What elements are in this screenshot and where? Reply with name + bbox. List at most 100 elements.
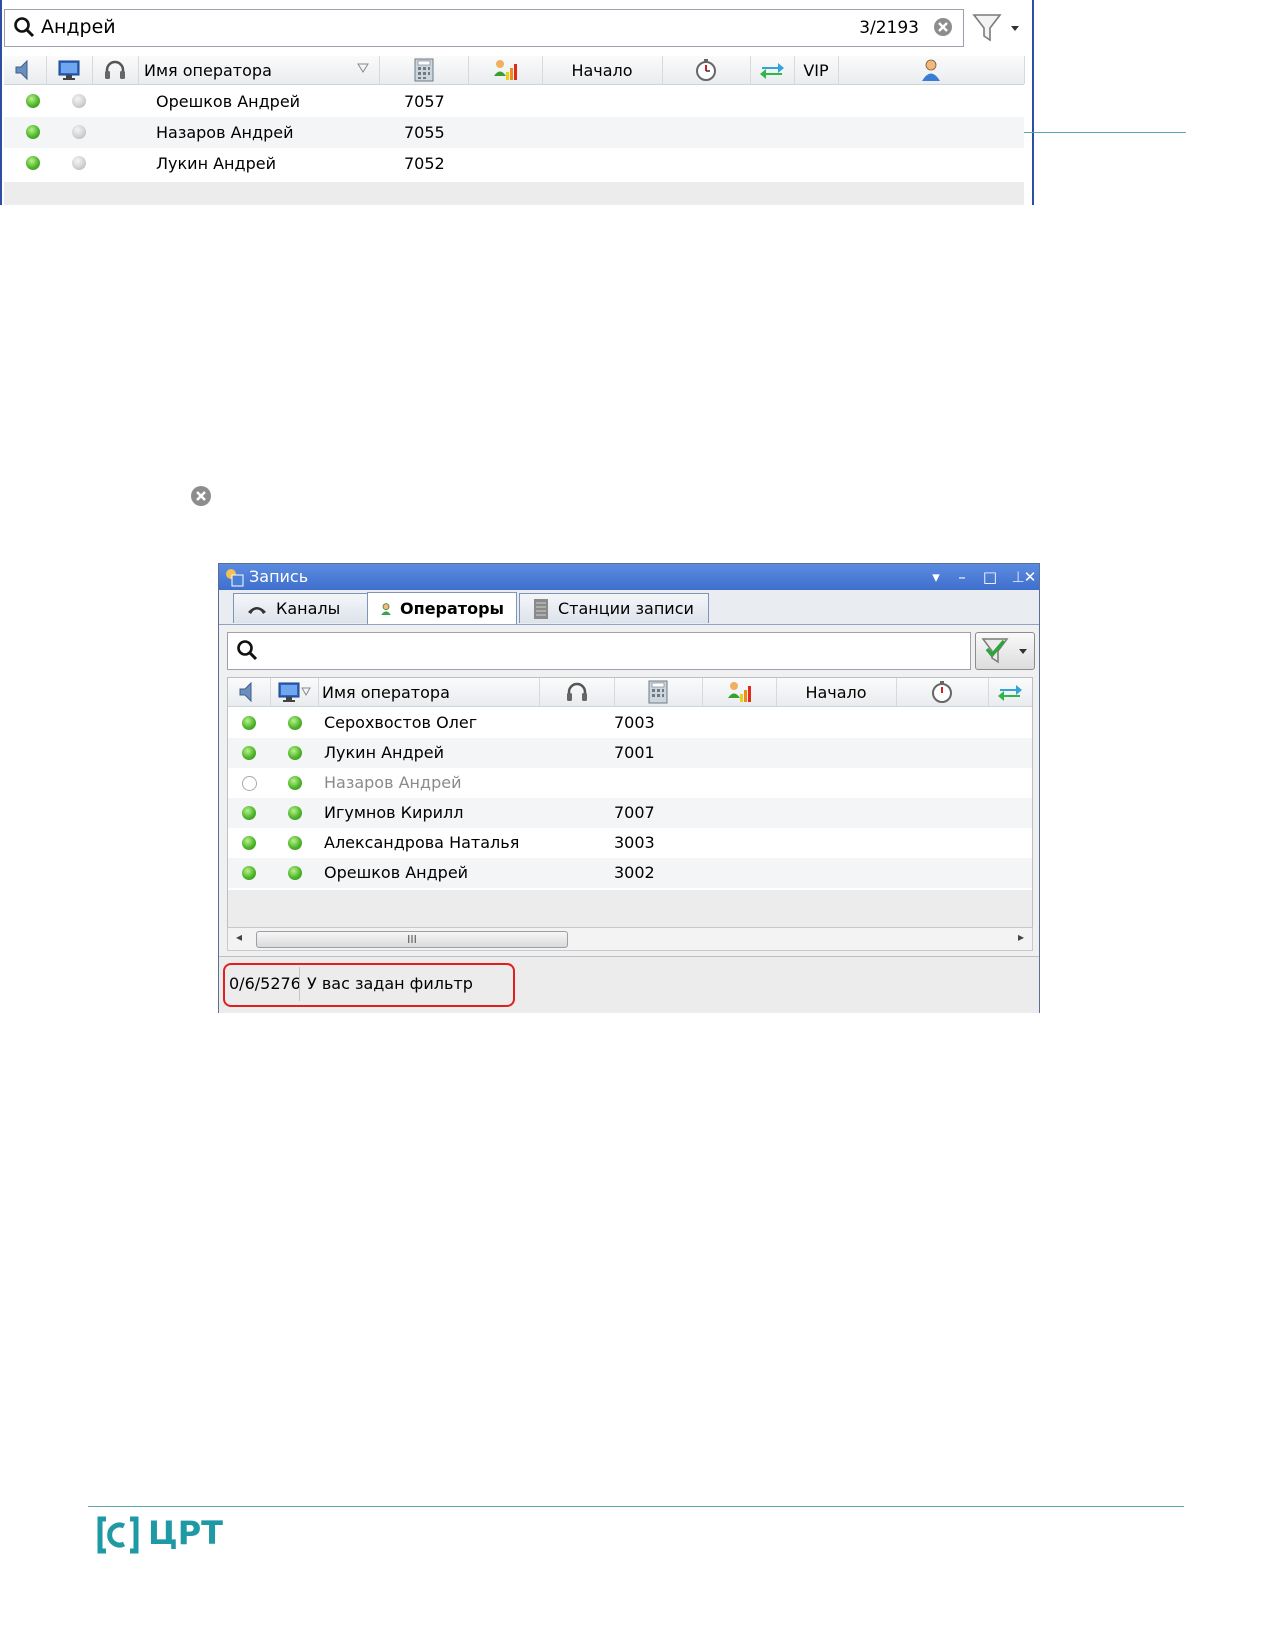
headset-column[interactable]	[92, 56, 139, 84]
minimize-icon[interactable]: –	[953, 568, 971, 586]
table-row[interactable]: Серохвостов Олег 7003	[228, 708, 1032, 738]
vip-header: VIP	[803, 60, 829, 80]
stopwatch-icon	[932, 681, 952, 703]
tab-channels[interactable]: Каналы	[233, 593, 369, 623]
workstation-status-icon	[288, 806, 302, 820]
operator-number: 7001	[614, 743, 655, 762]
number-column[interactable]	[380, 56, 469, 84]
horizontal-scrollbar[interactable]: ◂ III ▸	[227, 927, 1033, 951]
transfer-column[interactable]	[750, 56, 795, 84]
search-field[interactable]	[227, 632, 971, 670]
headphones-icon	[567, 682, 587, 701]
monitor-column[interactable]	[270, 678, 319, 706]
tab-operators[interactable]: Операторы	[367, 592, 517, 624]
phone-keypad-icon	[648, 680, 668, 704]
operator-number: 7003	[614, 713, 655, 732]
operator-name-header: Имя оператора	[144, 60, 272, 80]
workstation-status-icon	[288, 716, 302, 730]
workstation-status-icon	[288, 776, 302, 790]
tab-bar: Каналы Операторы Станции записи	[219, 590, 1039, 625]
clear-icon[interactable]	[933, 17, 953, 37]
start-column[interactable]: Начало	[776, 678, 897, 706]
operator-name: Лукин Андрей	[324, 743, 444, 762]
operator-rating-icon	[494, 60, 517, 80]
operator-name-header: Имя оператора	[322, 682, 450, 702]
supervisor-column[interactable]	[838, 56, 1025, 84]
app-icon	[226, 569, 244, 587]
duration-column[interactable]	[662, 56, 751, 84]
logo-icon	[97, 1516, 139, 1554]
filter-button[interactable]	[966, 9, 1026, 45]
table-row[interactable]: Александрова Наталья 3003	[228, 828, 1032, 858]
transfer-column[interactable]	[988, 678, 1032, 706]
operator-rating-icon	[728, 682, 751, 702]
speaker-icon	[15, 59, 28, 81]
operator-number: 7057	[404, 92, 445, 111]
table-row[interactable]: Лукин Андрей 7052	[4, 148, 1024, 179]
headset-column[interactable]	[540, 678, 615, 706]
dropdown-arrow-icon	[1011, 26, 1019, 31]
start-header: Начало	[805, 682, 867, 702]
start-column[interactable]: Начало	[542, 56, 663, 84]
operator-number: 7007	[614, 803, 655, 822]
number-column[interactable]	[614, 678, 703, 706]
funnel-check-icon	[981, 638, 1009, 664]
monitor-icon	[278, 682, 300, 702]
rating-column[interactable]	[468, 56, 543, 84]
scroll-left-icon[interactable]: ◂	[236, 930, 242, 944]
window-titlebar[interactable]: Запись ▾ – □ ⊥ ✕	[219, 564, 1039, 590]
monitor-column[interactable]	[46, 56, 93, 84]
vip-column[interactable]: VIP	[794, 56, 839, 84]
speaker-icon	[239, 681, 252, 703]
search-field[interactable]: Андрей 3/2193	[4, 9, 964, 47]
search-icon	[237, 640, 258, 661]
online-status-icon	[26, 156, 40, 170]
sound-column[interactable]	[228, 678, 271, 706]
window-title: Запись	[249, 567, 309, 586]
operator-number: 7055	[404, 123, 445, 142]
sound-column[interactable]	[4, 56, 47, 84]
operator-name: Назаров Андрей	[156, 123, 294, 142]
maximize-icon[interactable]: □	[981, 568, 999, 586]
duration-column[interactable]	[896, 678, 989, 706]
workstation-status-icon	[288, 866, 302, 880]
filter-active-button[interactable]	[975, 632, 1035, 670]
table-row[interactable]: Орешков Андрей 7057	[4, 86, 1024, 117]
operators-grid-screenshot: Андрей 3/2193 Имя оператора Начало VIP О…	[0, 0, 1034, 205]
grid-empty-area	[4, 182, 1024, 205]
sort-arrow-icon	[357, 63, 369, 73]
table-row[interactable]: Орешков Андрей 3002	[228, 858, 1032, 888]
table-row[interactable]: Назаров Андрей 7055	[4, 117, 1024, 148]
clear-icon	[191, 486, 211, 506]
transfer-arrows-icon	[998, 685, 1022, 701]
operator-name: Орешков Андрей	[156, 92, 301, 111]
table-row[interactable]: Лукин Андрей 7001	[228, 738, 1032, 768]
online-status-icon	[26, 94, 40, 108]
transfer-arrows-icon	[760, 63, 784, 79]
company-logo: ЦРТ	[96, 1514, 223, 1558]
recording-window: Запись ▾ – □ ⊥ ✕ Каналы Операторы Станци…	[218, 563, 1040, 1013]
online-status-icon	[242, 716, 256, 730]
tab-label: Операторы	[400, 599, 504, 618]
tab-recording-stations[interactable]: Станции записи	[519, 593, 709, 623]
operator-name-column[interactable]: Имя оператора	[318, 678, 540, 706]
scroll-right-icon[interactable]: ▸	[1018, 930, 1024, 944]
user-icon	[922, 59, 940, 81]
close-icon[interactable]: ✕	[1021, 568, 1039, 586]
scroll-thumb[interactable]: III	[256, 931, 568, 948]
window-menu-icon[interactable]: ▾	[927, 568, 945, 586]
search-value[interactable]: Андрей	[41, 16, 116, 38]
online-status-icon	[26, 125, 40, 139]
rating-column[interactable]	[702, 678, 777, 706]
table-row[interactable]: Назаров Андрей	[228, 768, 1032, 798]
workstation-status-icon	[72, 125, 86, 139]
operator-name-column[interactable]: Имя оператора	[138, 56, 380, 84]
operator-number: 3002	[614, 863, 655, 882]
online-status-icon	[242, 836, 256, 850]
phone-keypad-icon	[414, 58, 434, 82]
operator-name: Александрова Наталья	[324, 833, 520, 852]
online-status-icon	[242, 746, 256, 760]
table-row[interactable]: Игумнов Кирилл 7007	[228, 798, 1032, 828]
grid-empty-area	[228, 890, 1032, 928]
search-count: 3/2193	[859, 18, 919, 38]
